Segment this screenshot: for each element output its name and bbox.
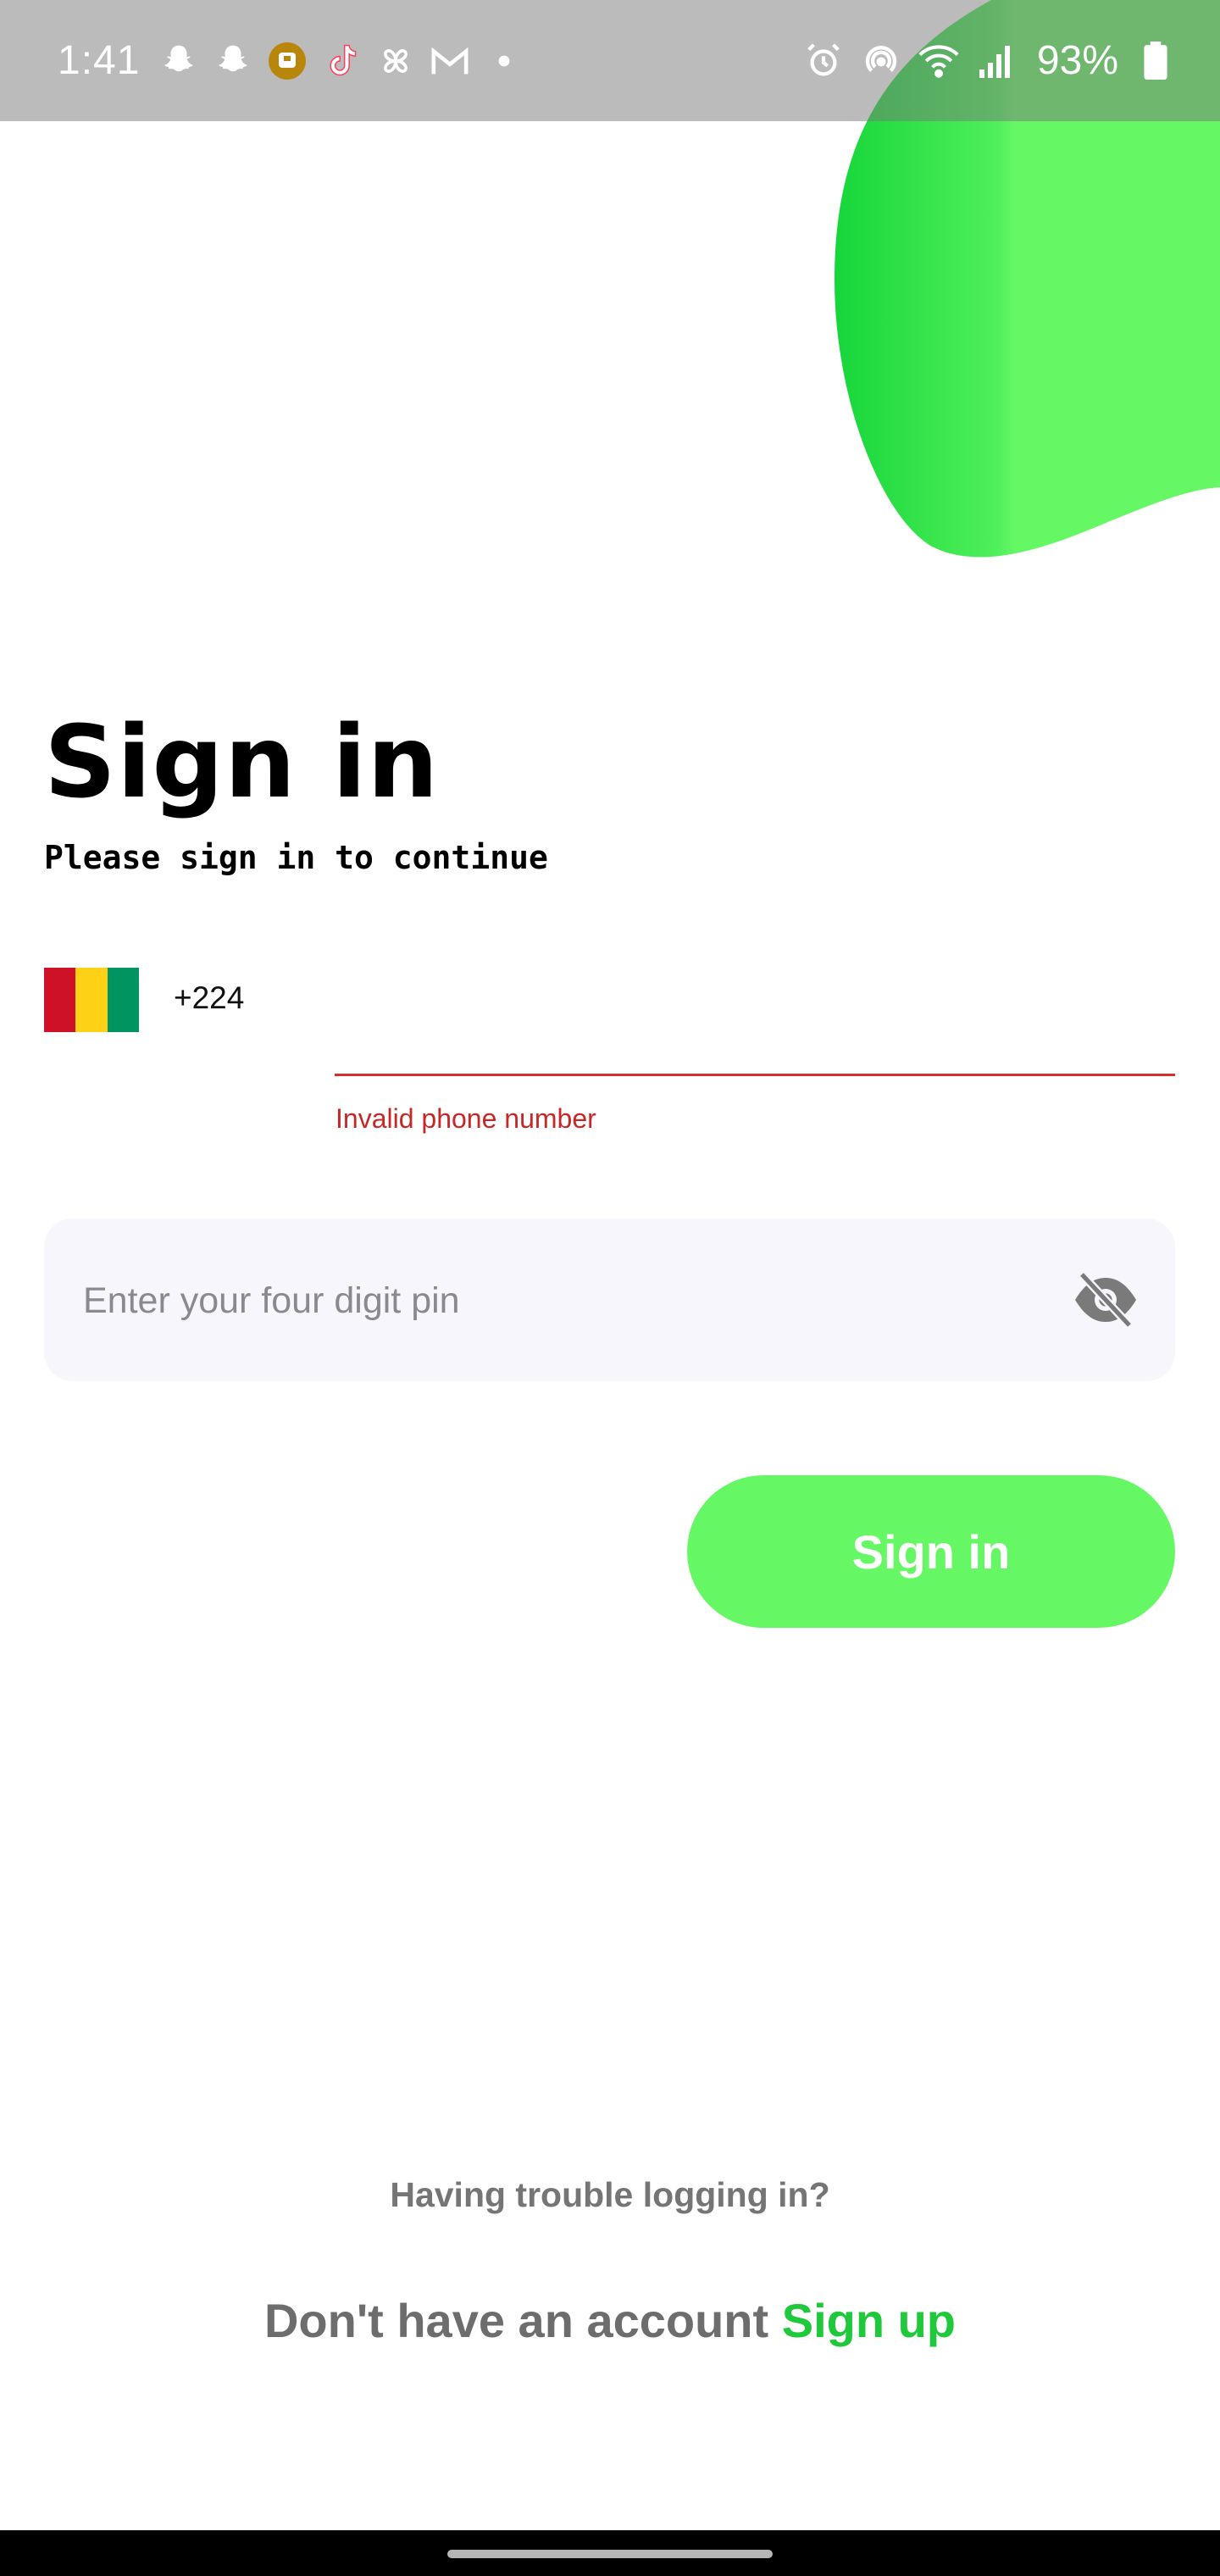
signal-icon: [976, 41, 1017, 81]
flag-stripe-yellow: [75, 968, 108, 1032]
country-dial-code[interactable]: +224: [174, 980, 244, 1016]
sign-up-link[interactable]: Sign up: [782, 2294, 956, 2347]
gmail-icon: [430, 41, 470, 81]
pin-field: [44, 1219, 1175, 1383]
battery-percent: 93%: [1036, 38, 1118, 83]
trouble-logging-in-link[interactable]: Having trouble logging in?: [0, 2175, 1220, 2215]
no-account-text: Don't have an account: [263, 2294, 782, 2347]
system-icons: 93%: [803, 37, 1176, 84]
pin-input[interactable]: [81, 1219, 1017, 1383]
home-gesture-handle[interactable]: [447, 2550, 773, 2558]
page-subtitle: Please sign in to continue: [44, 839, 548, 876]
dot-icon: [484, 41, 524, 81]
snapchat-icon: [158, 41, 199, 81]
country-flag-selector[interactable]: [44, 968, 139, 1032]
notification-icons: [158, 41, 524, 81]
phone-number-input[interactable]: [335, 958, 1175, 1076]
phone-error-message: Invalid phone number: [336, 1103, 596, 1134]
alarm-icon: [803, 41, 844, 81]
page-title: Sign in: [44, 703, 440, 820]
hotspot-icon: [861, 41, 901, 81]
flag-stripe-green: [107, 968, 139, 1032]
status-time: 1:41: [58, 38, 141, 83]
notification-badge-icon: [267, 41, 308, 81]
sign-in-screen: 1:41 93% Sign in Please sign in to conti…: [0, 0, 1220, 2576]
status-bar: 1:41 93%: [0, 0, 1220, 121]
sign-in-button[interactable]: Sign in: [687, 1475, 1175, 1628]
navigation-bar: [0, 2530, 1220, 2576]
tiktok-icon: [321, 41, 362, 81]
eye-off-icon[interactable]: [1072, 1269, 1140, 1330]
battery-icon: [1135, 41, 1176, 81]
signup-prompt: Don't have an account Sign up: [0, 2293, 1220, 2348]
snapchat-icon: [213, 41, 253, 81]
pinwheel-icon: [375, 41, 416, 81]
wifi-icon: [918, 41, 959, 81]
flag-stripe-red: [44, 968, 76, 1032]
